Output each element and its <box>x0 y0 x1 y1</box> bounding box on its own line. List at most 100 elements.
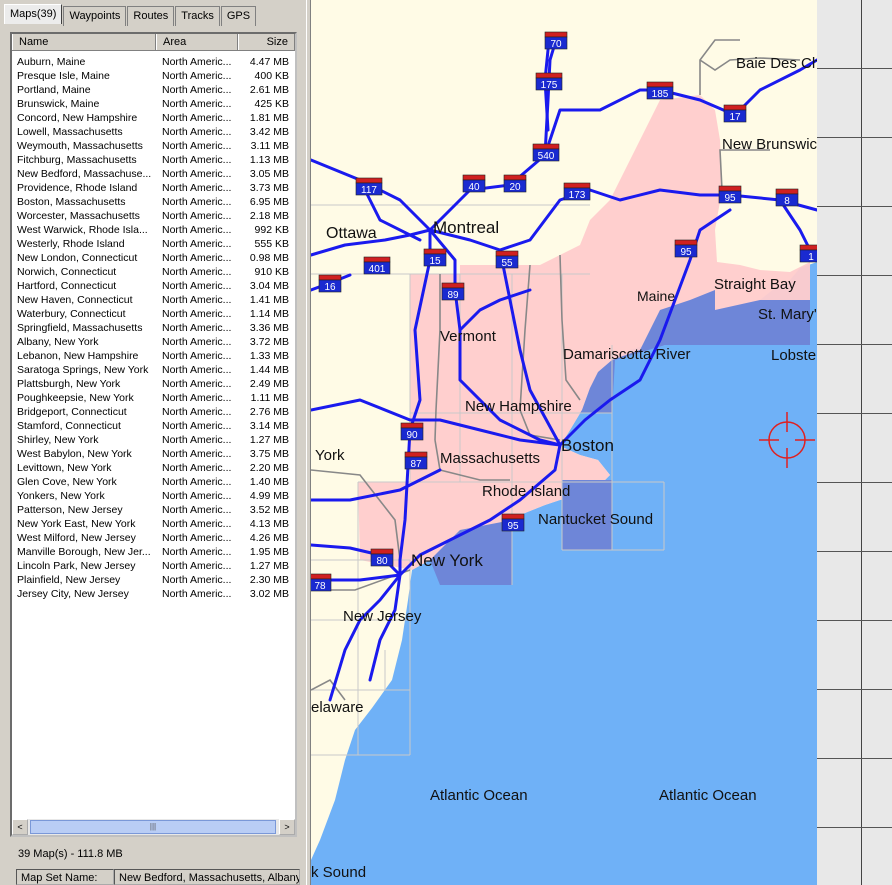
list-item[interactable]: Providence, Rhode Island North Americ... 3… <box>12 181 295 195</box>
list-item[interactable]: Brunswick, Maine North Americ... 425 KB <box>12 97 295 111</box>
list-item-size: 1.27 MB <box>249 560 289 572</box>
list-item[interactable]: Lincoln Park, New Jersey North Americ... 1… <box>12 559 295 573</box>
list-item[interactable]: Lebanon, New Hampshire North Americ... 1.3… <box>12 349 295 363</box>
list-item-area: North Americ... <box>162 392 232 404</box>
list-item-name: Jersey City, New Jersey <box>17 588 129 600</box>
list-item[interactable]: Glen Cove, New York North Americ... 1.40 M… <box>12 475 295 489</box>
list-item-area: North Americ... <box>162 546 232 558</box>
list-item[interactable]: New Haven, Connecticut North Americ... 1.4… <box>12 293 295 307</box>
list-item[interactable]: Manville Borough, New Jer... North Americ… <box>12 545 295 559</box>
list-item[interactable]: Saratoga Springs, New York North Americ..… <box>12 363 295 377</box>
list-item-name: Plainfield, New Jersey <box>17 574 121 586</box>
list-item-size: 2.61 MB <box>249 84 289 96</box>
map-canvas[interactable]: 70 175 185 17 540 117 40 20 173 95 8 401 15 55 95 1 16 89… <box>311 0 892 885</box>
list-item[interactable]: Levittown, New York North Americ... 2.20 M… <box>12 461 295 475</box>
list-item[interactable]: Worcester, Massachusetts North Americ... 2… <box>12 209 295 223</box>
list-item[interactable]: Plattsburgh, New York North Americ... 2.49… <box>12 377 295 391</box>
list-item-size: 555 KB <box>254 238 289 250</box>
list-item-area: North Americ... <box>162 70 232 82</box>
maps-list[interactable]: Name Area Size Auburn, Maine North Americ… <box>10 32 297 837</box>
list-item-size: 1.14 MB <box>249 308 289 320</box>
list-item-area: North Americ... <box>162 448 232 460</box>
tab-maps[interactable]: Maps(39) <box>4 4 63 24</box>
map-set-name-value: New Bedford, Massachusetts, Albany, <box>114 869 300 885</box>
shield-number: 117 <box>361 185 377 196</box>
list-item[interactable]: Hartford, Connecticut North Americ... 3.04… <box>12 279 295 293</box>
list-item[interactable]: West Babylon, New York North Americ... 3.7… <box>12 447 295 461</box>
interstate-shield: 70 <box>544 31 568 50</box>
list-item-area: North Americ... <box>162 126 232 138</box>
shield-number: 80 <box>376 556 388 567</box>
shield-number: 16 <box>324 282 336 293</box>
column-header-name[interactable]: Name <box>12 34 156 50</box>
list-item[interactable]: Auburn, Maine North Americ... 4.47 MB <box>12 55 295 69</box>
list-item[interactable]: Bridgeport, Connecticut North Americ... 2.… <box>12 405 295 419</box>
list-item[interactable]: Stamford, Connecticut North Americ... 3.14… <box>12 419 295 433</box>
interstate-shield: 20 <box>503 174 527 193</box>
tab-waypoints[interactable]: Waypoints <box>63 6 127 26</box>
list-item-size: 2.30 MB <box>249 574 289 586</box>
list-item[interactable]: Concord, New Hampshire North Americ... 1.8… <box>12 111 295 125</box>
place-label: New Brunswick <box>722 136 825 153</box>
list-item[interactable]: Springfield, Massachusetts North Americ..… <box>12 321 295 335</box>
list-item[interactable]: New Bedford, Massachuse... North Americ..… <box>12 167 295 181</box>
tab-gps[interactable]: GPS <box>220 6 257 26</box>
list-item[interactable]: West Warwick, Rhode Isla... North Americ.… <box>12 223 295 237</box>
shield-number: 70 <box>550 39 562 50</box>
shield-number: 175 <box>541 80 558 91</box>
place-label: Atlantic Ocean <box>430 787 528 804</box>
list-item-size: 6.95 MB <box>249 196 289 208</box>
list-item[interactable]: Portland, Maine North Americ... 2.61 MB <box>12 83 295 97</box>
horizontal-scrollbar[interactable]: < ||| > <box>12 819 295 835</box>
column-header-size[interactable]: Size <box>238 34 295 50</box>
list-item[interactable]: Fitchburg, Massachusetts North Americ... 1… <box>12 153 295 167</box>
list-item[interactable]: Patterson, New Jersey North Americ... 3.52… <box>12 503 295 517</box>
list-item[interactable]: New York East, New York North Americ... 4.… <box>12 517 295 531</box>
shield-number: 173 <box>569 190 586 201</box>
list-item[interactable]: Presque Isle, Maine North Americ... 400 KB <box>12 69 295 83</box>
list-item-area: North Americ... <box>162 462 232 474</box>
place-label: Boston <box>561 436 614 455</box>
list-item[interactable]: Albany, New York North Americ... 3.72 MB <box>12 335 295 349</box>
column-header-area[interactable]: Area <box>156 34 238 50</box>
list-item-name: Albany, New York <box>17 336 99 348</box>
list-item[interactable]: Jersey City, New Jersey North Americ... 3.… <box>12 587 295 601</box>
status-bar: Map Set Name: New Bedford, Massachusetts… <box>16 869 300 885</box>
list-item[interactable]: Norwich, Connecticut North Americ... 910 K… <box>12 265 295 279</box>
tab-tracks[interactable]: Tracks <box>175 6 220 26</box>
list-item[interactable]: Yonkers, New York North Americ... 4.99 MB <box>12 489 295 503</box>
list-item[interactable]: West Milford, New Jersey North Americ... 4… <box>12 531 295 545</box>
interstate-shield: 8 <box>775 188 799 207</box>
place-label: Vermont <box>440 328 497 345</box>
list-item-size: 1.11 MB <box>250 392 289 404</box>
list-item-name: Lebanon, New Hampshire <box>17 350 139 362</box>
interstate-shield: 540 <box>532 143 560 162</box>
scroll-left-button[interactable]: < <box>12 819 28 835</box>
shield-number: 90 <box>406 430 418 441</box>
list-item-name: Hartford, Connecticut <box>17 280 117 292</box>
list-item-name: Providence, Rhode Island <box>17 182 138 194</box>
list-item-name: Saratoga Springs, New York <box>17 364 149 376</box>
list-item[interactable]: Lowell, Massachusetts North Americ... 3.42… <box>12 125 295 139</box>
list-item-area: North Americ... <box>162 252 232 264</box>
list-item[interactable]: New London, Connecticut North Americ... 0.… <box>12 251 295 265</box>
list-item[interactable]: Waterbury, Connecticut North Americ... 1.1… <box>12 307 295 321</box>
list-item-size: 3.02 MB <box>249 588 289 600</box>
list-item[interactable]: Shirley, New York North Americ... 1.27 MB <box>12 433 295 447</box>
list-item-size: 3.72 MB <box>249 336 289 348</box>
list-item-size: 3.14 MB <box>249 420 289 432</box>
map-view[interactable]: 70 175 185 17 540 117 40 20 173 95 8 401 15 55 95 1 16 89… <box>311 0 892 885</box>
list-item[interactable]: Plainfield, New Jersey North Americ... 2.3… <box>12 573 295 587</box>
interstate-shield: 40 <box>462 174 486 193</box>
scroll-thumb[interactable]: ||| <box>30 820 276 834</box>
list-item[interactable]: Boston, Massachusetts North Americ... 6.95… <box>12 195 295 209</box>
shield-number: 401 <box>369 264 386 275</box>
list-item-name: Shirley, New York <box>17 434 99 446</box>
list-item-area: North Americ... <box>162 140 232 152</box>
tab-routes[interactable]: Routes <box>127 6 175 26</box>
interstate-shield: 90 <box>400 422 424 441</box>
list-item[interactable]: Westerly, Rhode Island North Americ... 555… <box>12 237 295 251</box>
list-item[interactable]: Weymouth, Massachusetts North Americ... 3.… <box>12 139 295 153</box>
list-item[interactable]: Poughkeepsie, New York North Americ... 1.1… <box>12 391 295 405</box>
scroll-right-button[interactable]: > <box>279 819 295 835</box>
